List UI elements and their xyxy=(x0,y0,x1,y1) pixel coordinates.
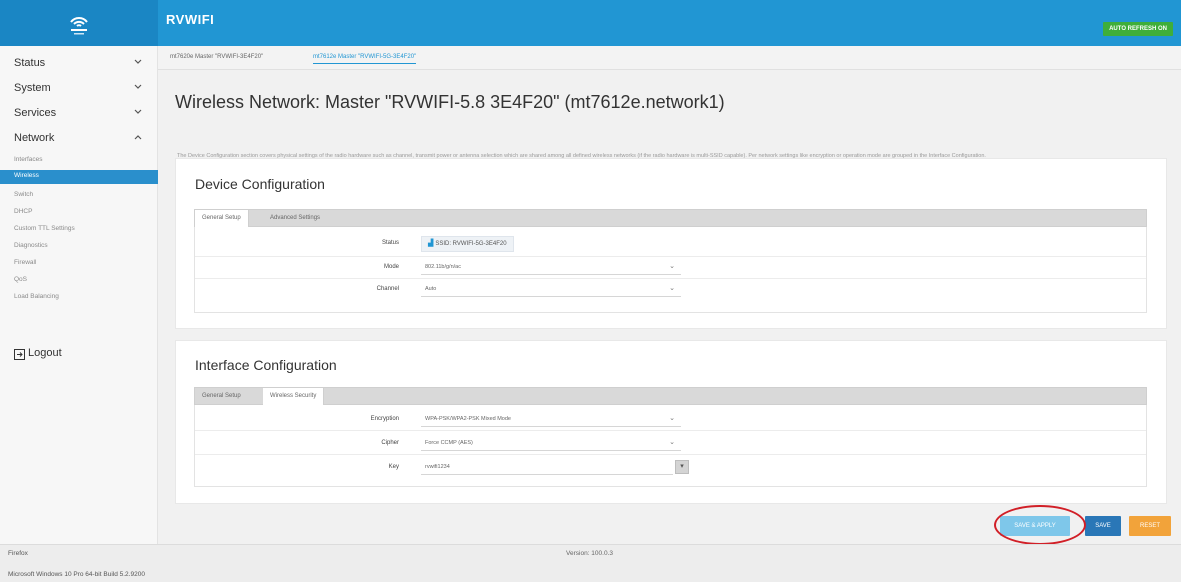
sidebar-subitem-label: DHCP xyxy=(14,208,33,215)
mode-row: Mode 802.11b/g/n/ac ⌄ xyxy=(195,257,1146,279)
sidebar-subitem-dhcp[interactable]: DHCP xyxy=(0,206,158,220)
app-title: RVWIFI xyxy=(166,12,215,27)
encryption-label: Encryption xyxy=(370,416,399,422)
status-label: Status xyxy=(381,240,399,246)
cipher-value: Force CCMP (AES) xyxy=(425,440,473,446)
status-row: Status ▟ SSID: RVWIFI-5G-3E4F20 xyxy=(195,231,1146,257)
sidebar-subitem-label: Switch xyxy=(14,191,34,198)
chevron-down-icon xyxy=(134,59,142,64)
chevron-down-icon: ⌄ xyxy=(669,415,675,422)
status-value: ▟ SSID: RVWIFI-5G-3E4F20 xyxy=(421,236,514,252)
sidebar-item-services[interactable]: Services xyxy=(0,102,158,126)
wireless-tabs: mt7620e Master "RVWIFI-3E4F20" mt7612e M… xyxy=(158,46,1181,70)
save-button[interactable]: SAVE xyxy=(1085,516,1121,536)
sidebar-subitem-label: Diagnostics xyxy=(14,242,48,249)
sidebar-item-label: System xyxy=(14,82,51,94)
channel-value: Auto xyxy=(425,286,437,292)
sidebar-subitem-label: Interfaces xyxy=(14,156,43,163)
status-ssid: SSID: RVWIFI-5G-3E4F20 xyxy=(435,241,507,247)
device-config-tabs: General Setup Advanced Settings xyxy=(194,209,1147,227)
sidebar-subitem-switch[interactable]: Switch xyxy=(0,189,158,203)
sidebar-subitem-label: Firewall xyxy=(14,259,37,266)
encryption-value: WPA-PSK/WPA2-PSK Mixed Mode xyxy=(425,416,511,422)
sidebar-item-network[interactable]: Network xyxy=(0,127,158,151)
channel-label: Channel xyxy=(376,286,399,292)
key-input[interactable]: rvwifi1234 xyxy=(421,461,673,475)
main-content: Wireless Network: Master "RVWIFI-5.8 3E4… xyxy=(158,70,1181,544)
sidebar-item-label: Status xyxy=(14,57,46,69)
mode-value: 802.11b/g/n/ac xyxy=(425,264,461,270)
browser-label: Firefox xyxy=(8,550,28,557)
tab-wireless-security[interactable]: Wireless Security xyxy=(263,388,325,405)
logout-icon xyxy=(14,349,25,360)
channel-select[interactable]: Auto ⌄ xyxy=(421,283,681,297)
sidebar-item-label: Network xyxy=(14,132,55,144)
sidebar-subitem-load-balancing[interactable]: Load Balancing xyxy=(0,291,158,305)
interface-configuration-panel: Interface Configuration General Setup Wi… xyxy=(175,340,1167,504)
chevron-down-icon: ⌄ xyxy=(669,285,675,292)
sidebar-subitem-diagnostics[interactable]: Diagnostics xyxy=(0,240,158,254)
tab-mt7612e[interactable]: mt7612e Master "RVWIFI-5G-3E4F20" xyxy=(313,54,417,64)
chevron-down-icon xyxy=(134,109,142,114)
top-bar: RVWIFI AUTO REFRESH ON xyxy=(0,0,1181,46)
reveal-key-icon: ▾ xyxy=(680,463,684,470)
interface-config-tabs: General Setup Wireless Security xyxy=(194,387,1147,405)
interface-config-body: Encryption WPA-PSK/WPA2-PSK Mixed Mode ⌄… xyxy=(194,405,1147,487)
footer: Firefox Version: 100.0.3 Microsoft Windo… xyxy=(0,544,1181,582)
version-label: Version: 100.0.3 xyxy=(566,550,613,557)
cipher-label: Cipher xyxy=(381,440,399,446)
logo[interactable] xyxy=(0,0,158,46)
sidebar-item-label: Services xyxy=(14,107,57,119)
highlight-annotation xyxy=(994,505,1086,545)
sidebar-subitem-label: QoS xyxy=(14,276,28,283)
interface-configuration-heading: Interface Configuration xyxy=(195,357,337,373)
page-title: Wireless Network: Master "RVWIFI-5.8 3E4… xyxy=(175,92,725,112)
tab-general-setup[interactable]: General Setup xyxy=(195,388,248,405)
device-configuration-panel: Device Configuration General Setup Advan… xyxy=(175,158,1167,329)
chevron-up-icon xyxy=(134,135,142,140)
sidebar-subitem-label: Wireless xyxy=(14,172,39,179)
sidebar-item-system[interactable]: System xyxy=(0,77,158,101)
tab-general-setup[interactable]: General Setup xyxy=(195,210,249,227)
sidebar-subitem-interfaces[interactable]: Interfaces xyxy=(0,154,158,168)
sidebar-item-status[interactable]: Status xyxy=(0,52,158,76)
reveal-key-button[interactable]: ▾ xyxy=(675,460,689,474)
chevron-down-icon xyxy=(134,84,142,89)
cipher-select[interactable]: Force CCMP (AES) ⌄ xyxy=(421,437,681,451)
sidebar: Status System Services Network Interface… xyxy=(0,46,158,544)
wifi-logo-icon xyxy=(70,17,88,35)
sidebar-subitem-qos[interactable]: QoS xyxy=(0,274,158,288)
tab-advanced-settings[interactable]: Advanced Settings xyxy=(263,210,327,227)
sidebar-subitem-label: Custom TTL Settings xyxy=(14,225,75,232)
logout-label: Logout xyxy=(28,347,62,359)
channel-row: Channel Auto ⌄ xyxy=(195,279,1146,301)
reset-button[interactable]: RESET xyxy=(1129,516,1171,536)
key-row: Key rvwifi1234 ▾ xyxy=(195,457,1146,479)
sidebar-subitem-custom-ttl[interactable]: Custom TTL Settings xyxy=(0,223,158,237)
device-configuration-heading: Device Configuration xyxy=(195,176,325,192)
sidebar-subitem-label: Load Balancing xyxy=(14,293,59,300)
tab-mt7620e[interactable]: mt7620e Master "RVWIFI-3E4F20" xyxy=(170,54,263,60)
chevron-down-icon: ⌄ xyxy=(669,263,675,270)
encryption-row: Encryption WPA-PSK/WPA2-PSK Mixed Mode ⌄ xyxy=(195,409,1146,431)
cipher-row: Cipher Force CCMP (AES) ⌄ xyxy=(195,433,1146,455)
key-label: Key xyxy=(388,464,399,470)
sidebar-subitem-firewall[interactable]: Firewall xyxy=(0,257,158,271)
os-label: Microsoft Windows 10 Pro 64-bit Build 5.… xyxy=(8,571,145,578)
mode-select[interactable]: 802.11b/g/n/ac ⌄ xyxy=(421,261,681,275)
chevron-down-icon: ⌄ xyxy=(669,439,675,446)
auto-refresh-button[interactable]: AUTO REFRESH ON xyxy=(1103,22,1173,36)
mode-label: Mode xyxy=(383,264,399,270)
sidebar-subitem-wireless[interactable]: Wireless xyxy=(0,170,158,184)
encryption-select[interactable]: WPA-PSK/WPA2-PSK Mixed Mode ⌄ xyxy=(421,413,681,427)
device-config-body: Status ▟ SSID: RVWIFI-5G-3E4F20 Mode 802… xyxy=(194,227,1147,313)
